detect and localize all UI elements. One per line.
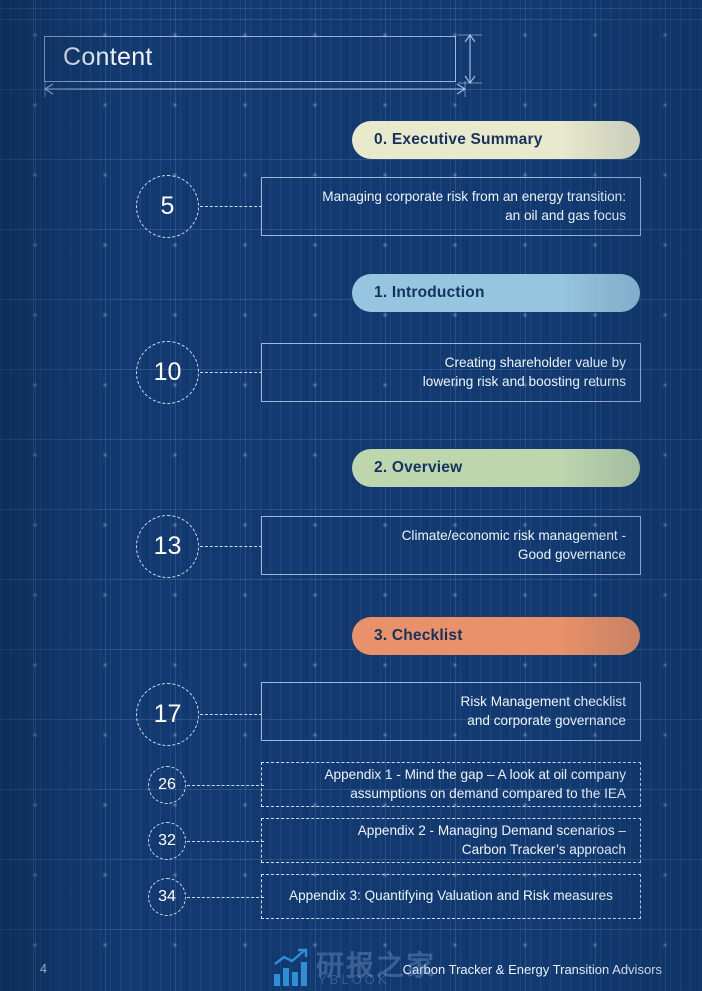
section-pill-introduction[interactable]: 1. Introduction xyxy=(352,274,640,312)
toc-entry-line2: Good governance xyxy=(517,546,626,562)
toc-entry-overview[interactable]: Climate/economic risk management - Good … xyxy=(261,516,641,575)
horizontal-dimension-arrow xyxy=(43,81,467,97)
page-badge-appendix-2[interactable]: 32 xyxy=(148,822,186,860)
toc-entry-line1: Climate/economic risk management - xyxy=(401,527,626,543)
toc-entry-text: Climate/economic risk management - Good … xyxy=(402,527,626,565)
page-badge-number: 10 xyxy=(153,358,182,386)
toc-entry-line1: Managing corporate risk from an energy t… xyxy=(322,188,626,204)
section-pill-overview[interactable]: 2. Overview xyxy=(352,449,640,487)
page-badge-number: 26 xyxy=(158,776,176,793)
toc-entry-text: Appendix 2 - Managing Demand scenarios –… xyxy=(358,822,626,860)
watermark-latin-text: YBLOOK xyxy=(318,972,390,987)
connector-line xyxy=(187,785,264,786)
slide-page: Content 0. Executive Summary 5 Managing … xyxy=(0,0,702,991)
page-badge-appendix-3[interactable]: 34 xyxy=(148,878,186,916)
connector-line xyxy=(200,372,262,373)
section-pill-label: 1. Introduction xyxy=(374,284,485,301)
page-badge-executive-summary[interactable]: 5 xyxy=(136,175,199,238)
page-badge-number: 32 xyxy=(158,832,176,849)
page-title: Content xyxy=(63,43,153,71)
toc-entry-text: Creating shareholder value by lowering r… xyxy=(423,354,626,392)
toc-entry-line1: Creating shareholder value by xyxy=(444,354,626,370)
connector-line xyxy=(187,897,264,898)
toc-entry-introduction[interactable]: Creating shareholder value by lowering r… xyxy=(261,343,641,402)
toc-entry-appendix-2[interactable]: Appendix 2 - Managing Demand scenarios –… xyxy=(261,818,641,863)
toc-entry-line2: lowering risk and boosting returns xyxy=(422,373,626,389)
page-badge-introduction[interactable]: 10 xyxy=(136,341,199,404)
page-badge-number: 34 xyxy=(158,888,176,905)
footer-credit: Carbon Tracker & Energy Transition Advis… xyxy=(402,962,662,977)
toc-entry-line1: Appendix 3: Quantifying Valuation and Ri… xyxy=(289,888,613,904)
toc-entry-line1: Appendix 1 - Mind the gap – A look at oi… xyxy=(324,766,626,782)
title-frame: Content xyxy=(44,36,456,82)
toc-entry-line2: and corporate governance xyxy=(467,712,626,728)
toc-entry-line2: assumptions on demand compared to the IE… xyxy=(350,785,626,801)
toc-entry-line1: Appendix 2 - Managing Demand scenarios – xyxy=(357,822,626,838)
section-pill-label: 2. Overview xyxy=(374,459,463,476)
connector-line xyxy=(187,841,264,842)
toc-entry-appendix-3[interactable]: Appendix 3: Quantifying Valuation and Ri… xyxy=(261,874,641,919)
page-badge-checklist[interactable]: 17 xyxy=(136,683,199,746)
connector-line xyxy=(200,714,262,715)
section-pill-checklist[interactable]: 3. Checklist xyxy=(352,617,640,655)
connector-line xyxy=(200,546,262,547)
section-pill-executive-summary[interactable]: 0. Executive Summary xyxy=(352,121,640,159)
toc-entry-line2: Carbon Tracker’s approach xyxy=(461,841,626,857)
section-pill-label: 3. Checklist xyxy=(374,627,463,644)
bar-chart-logo-icon xyxy=(274,948,308,986)
page-badge-number: 13 xyxy=(153,532,182,560)
toc-entry-checklist[interactable]: Risk Management checklist and corporate … xyxy=(261,682,641,741)
toc-entry-executive-summary[interactable]: Managing corporate risk from an energy t… xyxy=(261,177,641,236)
toc-entry-text: Appendix 1 - Mind the gap – A look at oi… xyxy=(324,766,626,804)
toc-entry-line1: Risk Management checklist xyxy=(460,693,626,709)
page-badge-number: 5 xyxy=(160,192,175,220)
page-badge-appendix-1[interactable]: 26 xyxy=(148,766,186,804)
page-badge-number: 17 xyxy=(153,700,182,728)
toc-entry-appendix-1[interactable]: Appendix 1 - Mind the gap – A look at oi… xyxy=(261,762,641,807)
toc-entry-line2: an oil and gas focus xyxy=(505,207,626,223)
toc-entry-text: Managing corporate risk from an energy t… xyxy=(322,188,626,226)
footer-page-number: 4 xyxy=(40,962,47,976)
toc-entry-text: Risk Management checklist and corporate … xyxy=(461,693,626,731)
connector-line xyxy=(200,206,262,207)
page-badge-overview[interactable]: 13 xyxy=(136,515,199,578)
section-pill-label: 0. Executive Summary xyxy=(374,131,543,148)
